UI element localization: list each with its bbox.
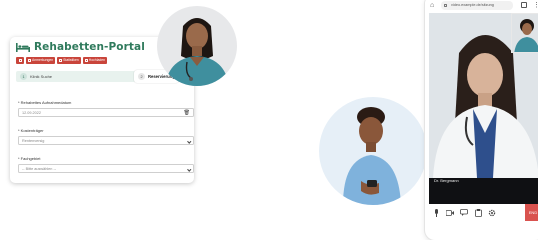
step-label: Klinik Suche xyxy=(30,74,53,79)
self-view-image xyxy=(512,14,538,52)
admission-date-input[interactable]: 12.09.2022 🗑 xyxy=(18,108,194,117)
tab-hochladen[interactable]: Hochladen xyxy=(82,57,107,64)
cost-bearer-label: * Kostenträger xyxy=(18,128,44,133)
tab-statistiken[interactable]: Statistiken xyxy=(57,57,81,64)
tab-label: Hochladen xyxy=(88,58,105,62)
microphone-icon[interactable] xyxy=(429,204,443,221)
chevron-down-icon xyxy=(186,166,191,171)
end-call-label: END xyxy=(528,210,538,215)
caller-name: Dr. Bergmann xyxy=(434,178,459,183)
upload-icon xyxy=(84,59,88,62)
note-icon xyxy=(28,59,31,62)
trash-icon[interactable]: 🗑 xyxy=(184,110,190,116)
tab-label: Anmerkungen xyxy=(32,58,54,62)
tab-home[interactable] xyxy=(16,57,24,64)
step-number: 2 xyxy=(138,73,145,80)
cost-bearer-select[interactable]: Rentenversig xyxy=(18,136,194,145)
url-text: video.example.de/sitzung xyxy=(451,3,494,7)
tab-anmerkungen[interactable]: Anmerkungen xyxy=(26,57,56,64)
settings-icon[interactable] xyxy=(485,204,499,221)
nurse-avatar xyxy=(157,6,237,86)
home-icon[interactable]: ⌂ xyxy=(430,1,434,10)
clipboard-icon[interactable] xyxy=(471,204,485,221)
specialty-value: -- Bitte auswählen -- xyxy=(22,167,56,171)
more-menu-icon[interactable]: ⋮ xyxy=(533,1,538,10)
portal-header: Rehabetten-Portal xyxy=(16,41,145,53)
call-controls: END xyxy=(429,204,538,221)
patient-avatar xyxy=(319,97,427,205)
step-klinik-suche[interactable]: 1 Klinik Suche xyxy=(20,71,52,82)
admission-date-value: 12.09.2022 xyxy=(22,111,42,115)
browser-toolbar: ⌂ video.example.de/sitzung ⋮ xyxy=(425,0,538,12)
portal-title: Rehabetten-Portal xyxy=(34,41,145,53)
video-stream: Dr. Bergmann END xyxy=(429,13,538,221)
self-view-video[interactable] xyxy=(511,13,538,53)
camera-icon[interactable] xyxy=(443,204,457,221)
chart-icon xyxy=(59,59,63,62)
chat-icon[interactable] xyxy=(457,204,471,221)
portal-tab-bar: Anmerkungen Statistiken Hochladen xyxy=(16,57,107,64)
home-icon xyxy=(18,59,22,62)
address-bar[interactable]: video.example.de/sitzung xyxy=(441,1,513,10)
phone-video-call: ⌂ video.example.de/sitzung ⋮ Dr. Bergman… xyxy=(425,0,538,240)
admission-date-label: * Rehabettes Aufnahmedatum xyxy=(18,100,72,105)
cost-bearer-value: Rentenversig xyxy=(22,139,45,143)
chevron-down-icon xyxy=(186,138,191,143)
tab-label: Statistiken xyxy=(63,58,79,62)
step-number: 1 xyxy=(20,73,27,80)
bed-icon xyxy=(16,42,30,52)
tabs-icon[interactable] xyxy=(521,2,527,8)
end-call-button[interactable]: END xyxy=(525,204,538,221)
specialty-select[interactable]: -- Bitte auswählen -- xyxy=(18,164,194,173)
lock-icon xyxy=(444,4,447,7)
specialty-label: * Fachgebiet xyxy=(18,156,41,161)
